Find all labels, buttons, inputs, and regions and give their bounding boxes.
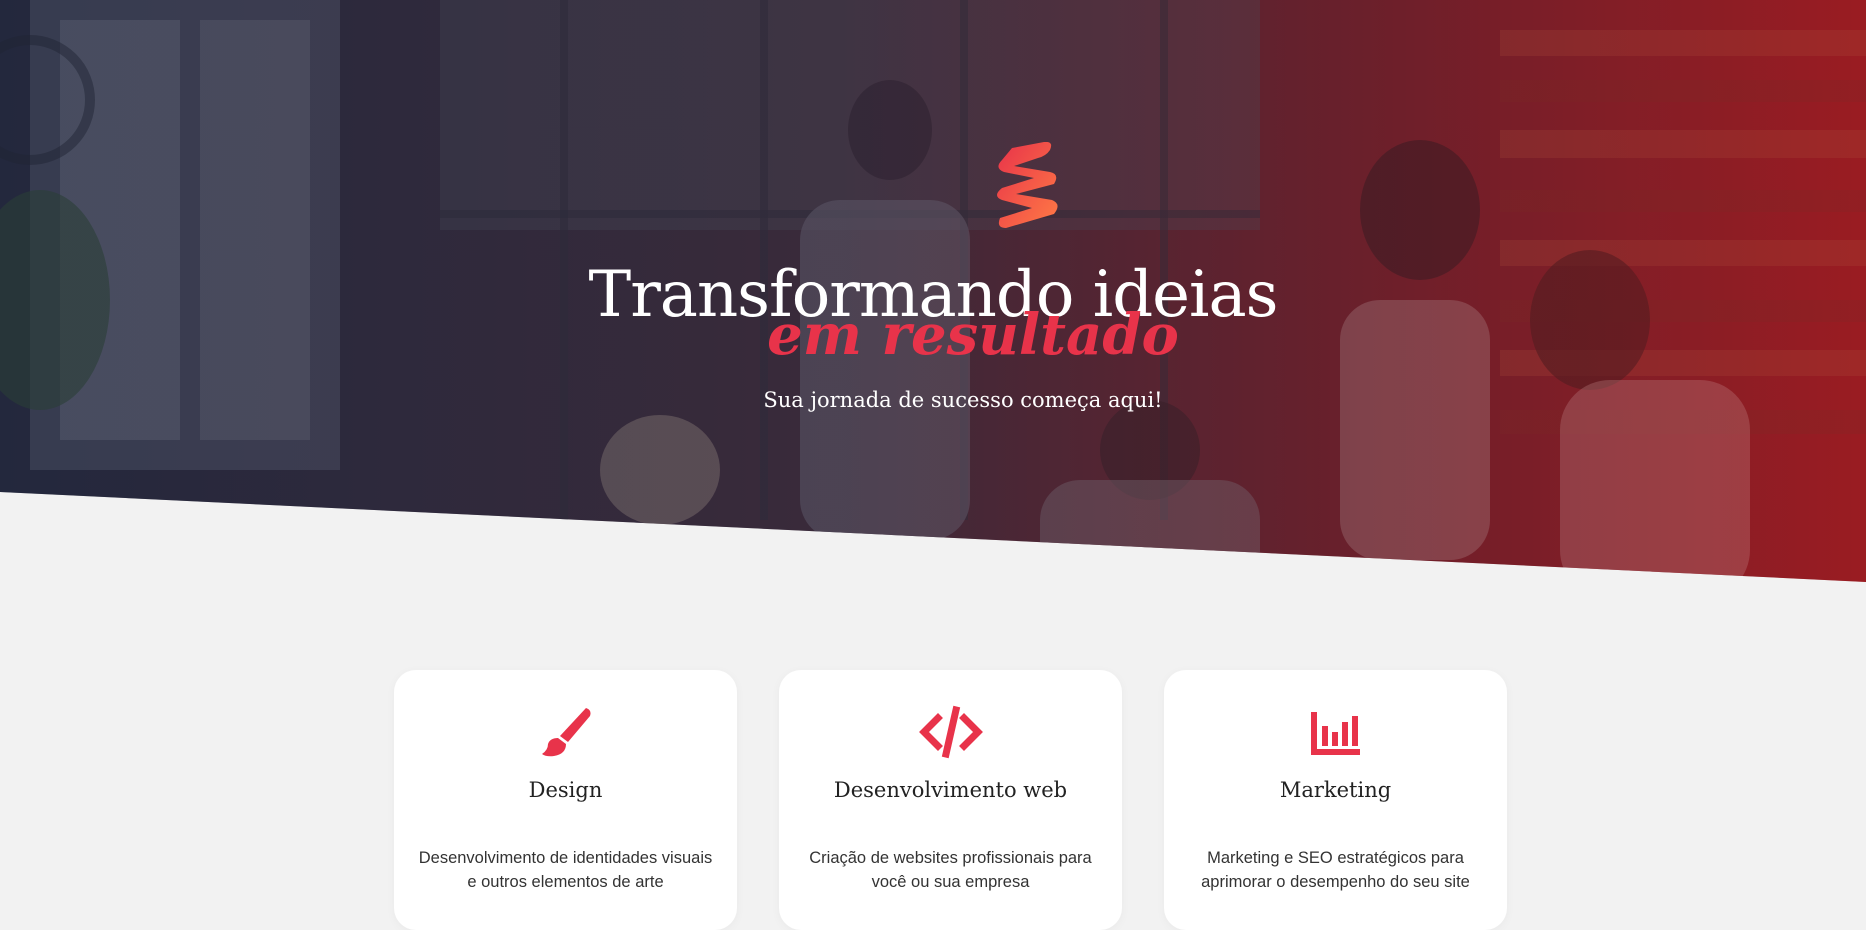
service-description-line: Desenvolvimento de identidades visuais [418,849,713,867]
code-icon [918,705,983,759]
service-description: Desenvolvimento de identidades visuais e… [418,846,713,894]
chart-icon [1310,712,1360,755]
service-description-line: Criação de websites profissionais para [809,849,1092,867]
service-title: Design [528,778,603,802]
hero-tagline: Sua jornada de sucesso começa aqui! [763,388,1163,412]
service-description-line: e outros elementos de arte [467,873,664,891]
service-card-design[interactable]: Design Desenvolvimento de identidades vi… [394,670,737,930]
brand-logo-icon [997,142,1058,228]
services-section: Design Desenvolvimento de identidades vi… [394,670,1507,930]
service-description: Marketing e SEO estratégicos para aprimo… [1188,846,1483,894]
service-description-line: Marketing e SEO estratégicos para [1207,849,1464,867]
service-description-line: aprimorar o desempenho do seu site [1201,873,1470,891]
service-card-web[interactable]: Desenvolvimento web Criação de websites … [779,670,1122,930]
paintbrush-icon [541,708,590,757]
hero-highlight: em resultado [767,302,1179,368]
service-description-line: você ou sua empresa [871,873,1030,891]
service-card-marketing[interactable]: Marketing Marketing e SEO estratégicos p… [1164,670,1507,930]
service-description: Criação de websites profissionais para v… [803,846,1098,894]
service-title: Marketing [1279,778,1392,802]
hero-section: Transformando ideias em resultado Sua jo… [0,0,1866,600]
service-title: Desenvolvimento web [833,778,1068,802]
